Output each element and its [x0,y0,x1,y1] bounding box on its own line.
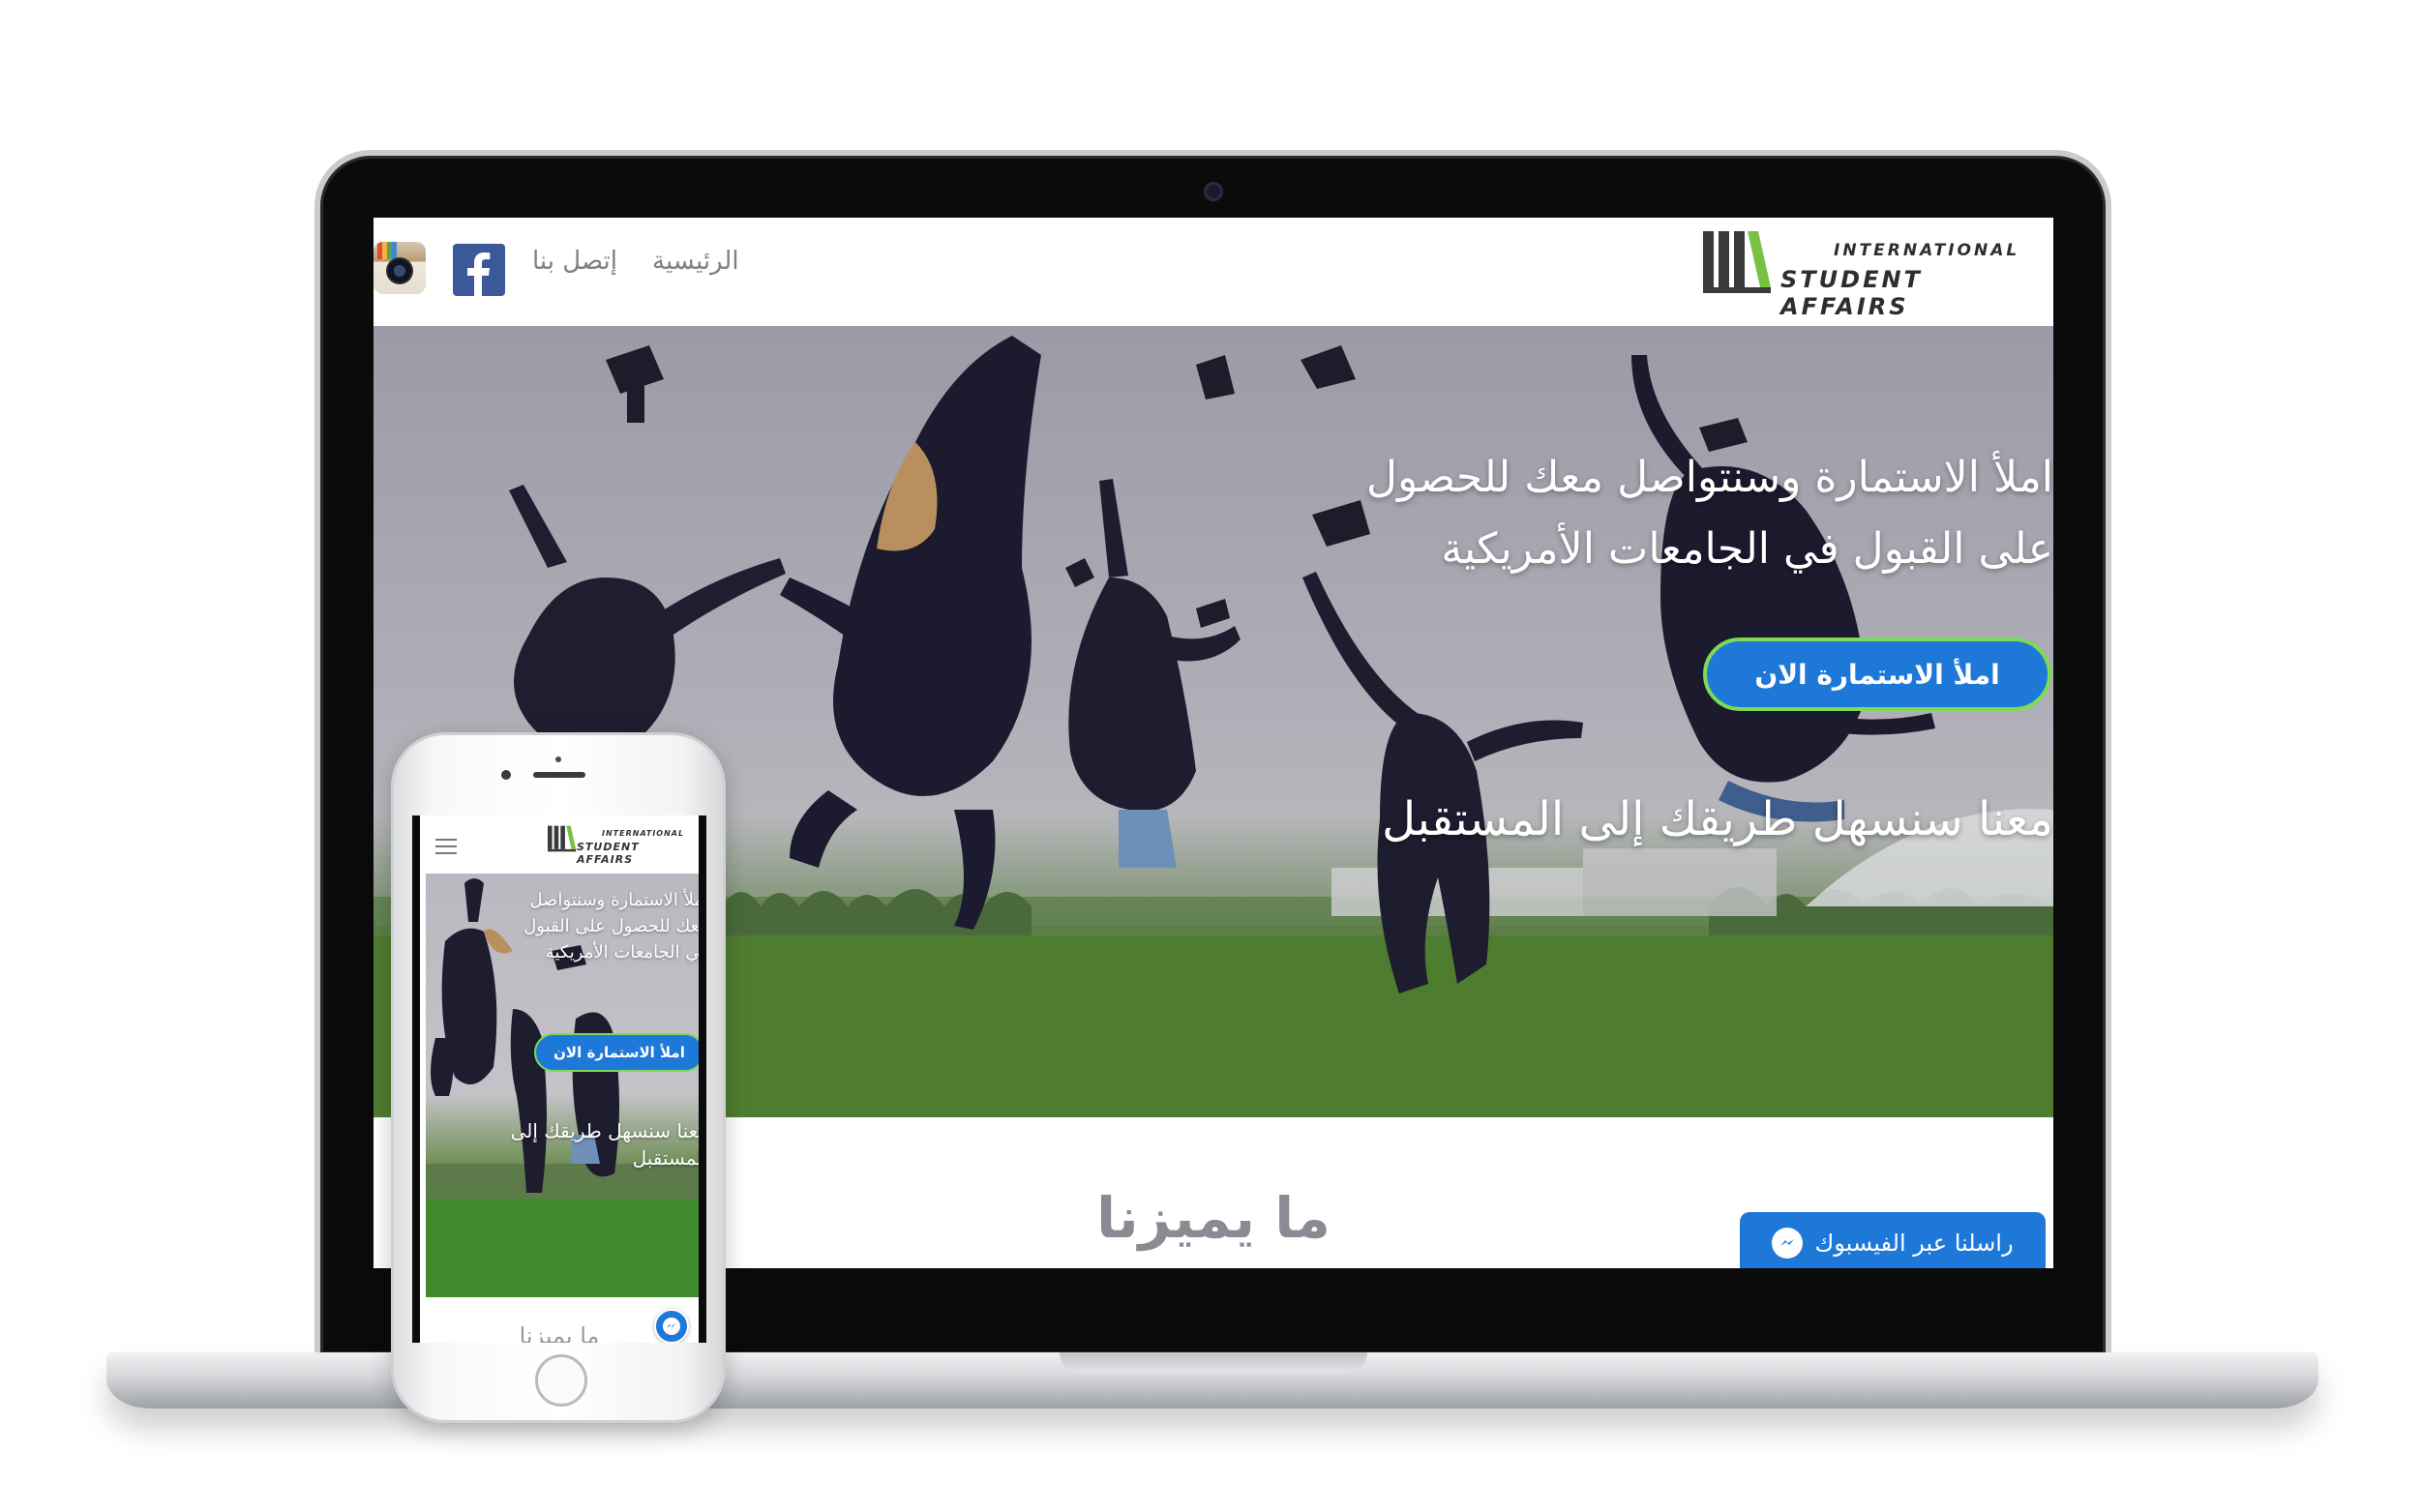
mobile-tagline-line1: معنا سنسهل طريقك إلى [510,1119,699,1142]
mobile-hero-tagline: معنا سنسهل طريقك إلى المستقبل [447,1117,699,1171]
laptop-notch [1060,1352,1367,1374]
logo-bars-icon [1703,231,1771,293]
phone-screen: INTERNATIONAL STUDENT AFFAIRS املأ الاست… [412,815,706,1343]
mobile-fill-form-button[interactable]: املأ الاستمارة الان [534,1033,699,1072]
instagram-icon[interactable] [374,242,426,294]
mobile-page: INTERNATIONAL STUDENT AFFAIRS املأ الاست… [420,815,699,1343]
messenger-chat-button[interactable]: راسلنا عبر الفيسبوك [1740,1212,2046,1268]
phone-home-button[interactable] [535,1354,587,1407]
logo-line2: STUDENT AFFAIRS [1780,266,1923,320]
logo-bars-icon [548,825,577,852]
mobile-headline-line3: في الجامعات الأمريكية [545,942,699,963]
mobile-hero-headline: املأ الاستمارة وسنتواصل معك للحصول على ا… [447,887,699,965]
fill-form-button[interactable]: املأ الاستمارة الان [1703,637,2051,711]
camera-icon [1204,182,1223,201]
mobile-headline-line2: معك للحصول على القبول [523,916,699,936]
mobile-tagline-line2: المستقبل [632,1146,699,1170]
site-header: INTERNATIONAL STUDENT AFFAIRS إتصل بنا ا… [374,218,2053,326]
messenger-icon [1772,1228,1804,1259]
messenger-label: راسلنا عبر الفيسبوك [1814,1230,2014,1257]
facebook-icon[interactable] [453,244,505,296]
logo-line1: INTERNATIONAL [1834,241,2020,260]
hero-headline: املأ الاستمارة وسنتواصل معك للحصول على ا… [1182,442,2053,585]
phone-speaker [533,772,585,778]
mobile-headline-line1: املأ الاستمارة وسنتواصل [529,890,699,910]
hamburger-menu-icon[interactable] [435,839,457,856]
phone-sensor [555,756,561,762]
mobile-logo[interactable]: INTERNATIONAL STUDENT AFFAIRS [548,823,693,866]
phone-camera-icon [501,770,511,780]
nav-link-contact[interactable]: إتصل بنا [532,247,617,276]
hero-headline-line1: املأ الاستمارة وسنتواصل معك للحصول [1365,453,2053,502]
mobile-logo-line1: INTERNATIONAL [602,829,685,838]
hero-tagline: معنا سنسهل طريقك إلى المستقبل [1382,792,2053,846]
nav-link-home[interactable]: الرئيسية [652,247,739,276]
mobile-header: INTERNATIONAL STUDENT AFFAIRS [420,815,699,874]
mobile-messenger-icon[interactable] [654,1309,689,1343]
site-logo[interactable]: INTERNATIONAL STUDENT AFFAIRS [1703,227,2051,320]
mobile-hero: املأ الاستمارة وسنتواصل معك للحصول على ا… [426,874,699,1297]
phone-frame: INTERNATIONAL STUDENT AFFAIRS املأ الاست… [391,732,726,1423]
hero-headline-line2: على القبول في الجامعات الأمريكية [1441,524,2053,574]
mobile-logo-line2: STUDENT AFFAIRS [577,841,640,866]
